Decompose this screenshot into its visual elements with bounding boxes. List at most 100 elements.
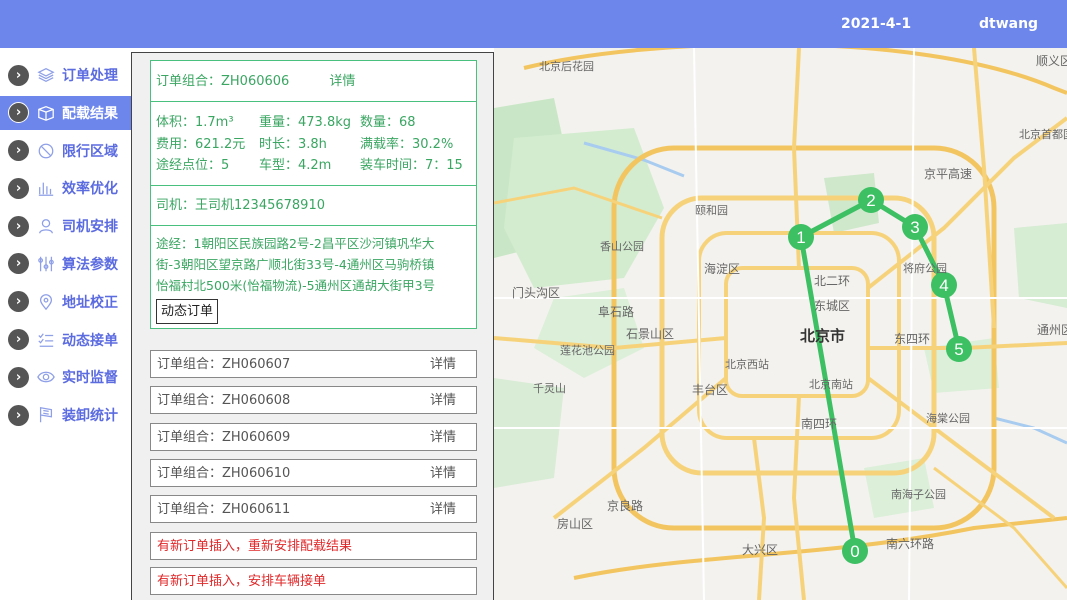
order-group-title: 订单组合：ZH060609	[157, 430, 291, 445]
flag-icon	[36, 405, 56, 425]
map-label-nanliuhuan: 南六环路	[886, 536, 934, 551]
bar-chart-icon	[36, 178, 56, 198]
route-marker-4[interactable]: 4	[931, 272, 957, 298]
svg-text:3: 3	[910, 218, 919, 237]
sidebar-item-statistics[interactable]: › 装卸统计	[0, 398, 131, 432]
new-order-alert[interactable]: 有新订单插入，安排车辆接单	[150, 567, 477, 595]
sliders-icon	[36, 254, 56, 274]
map-label-jiangfu: 将府公园	[903, 261, 947, 275]
top-header: 2021-4-1 dtwang	[0, 0, 1067, 48]
order-group-expanded: 订单组合：ZH060606 详情 体积：1.7m³ 重量：473.8kg 数量：6…	[150, 60, 477, 329]
route-marker-0[interactable]: 0	[842, 538, 868, 564]
order-group-header[interactable]: 订单组合：ZH060606 详情	[151, 61, 476, 102]
metric-loading-time: 装车时间：7：15	[360, 158, 463, 173]
chevron-right-icon: ›	[8, 329, 29, 351]
chevron-right-icon: ›	[8, 102, 29, 124]
map-label-yiheyuan: 颐和园	[695, 204, 728, 217]
header-username[interactable]: dtwang	[979, 16, 1038, 32]
person-icon	[36, 216, 56, 236]
route-line: 怡福村北500米(怡福物流)-5通州区通胡大街甲3号	[156, 277, 436, 293]
map-label-dongcheng: 东城区	[814, 299, 850, 313]
metric-stops: 途经点位：5	[156, 158, 230, 173]
map-label-shunyi: 顺义区	[1036, 54, 1067, 68]
sidebar-item-order-processing[interactable]: › 订单处理	[0, 58, 131, 92]
map-label-south-station: 北京南站	[809, 377, 853, 391]
layers-icon	[36, 65, 56, 85]
order-group-row[interactable]: 订单组合：ZH060611 详情	[150, 495, 477, 523]
route-map[interactable]: 0 1 2 3 4 5 北京市 海淀区 东城区 石景山区 丰台区 门头沟区 房山…	[494, 48, 1067, 600]
map-label-jingliang: 京良路	[607, 498, 643, 513]
sidebar-item-label: 地址校正	[62, 294, 118, 311]
sidebar-item-label: 动态接单	[62, 332, 118, 349]
no-entry-icon	[36, 141, 56, 161]
map-label-fangshan: 房山区	[557, 516, 593, 531]
metric-load-rate: 满载率：30.2%	[360, 136, 454, 152]
order-group-row[interactable]: 订单组合：ZH060610 详情	[150, 459, 477, 487]
map-label-fushi: 阜石路	[598, 304, 634, 319]
map-canvas[interactable]: 0 1 2 3 4 5 北京市 海淀区 东城区 石景山区 丰台区 门头沟区 房山…	[494, 48, 1067, 600]
sidebar-item-label: 配载结果	[62, 105, 118, 122]
sidebar-item-driver[interactable]: › 司机安排	[0, 209, 131, 243]
map-label-haitang: 海棠公园	[926, 411, 970, 425]
route-marker-2[interactable]: 2	[858, 187, 884, 213]
chevron-right-icon: ›	[8, 215, 29, 237]
metric-duration: 时长：3.8h	[259, 136, 327, 152]
sidebar-item-address[interactable]: › 地址校正	[0, 285, 131, 319]
detail-link[interactable]: 详情	[329, 74, 355, 89]
detail-link[interactable]: 详情	[430, 424, 456, 450]
map-label-xiangshan: 香山公园	[600, 240, 644, 253]
metric-weight: 重量：473.8kg	[259, 115, 351, 130]
metric-cost: 费用：621.2元	[156, 136, 246, 152]
map-label-houcheng: 北京后花园	[539, 59, 594, 73]
route-line: 途经：1朝阳区民族园路2号-2昌平区沙河镇巩华大	[156, 235, 435, 251]
metric-vehicle-type: 车型：4.2m	[259, 158, 332, 173]
sidebar-item-dynamic-orders[interactable]: › 动态接单	[0, 323, 131, 357]
order-group-title: 订单组合：ZH060608	[157, 393, 291, 408]
svg-text:4: 4	[939, 276, 948, 295]
chevron-right-icon: ›	[8, 366, 29, 388]
sidebar-item-label: 效率优化	[62, 181, 118, 198]
order-group-title: 订单组合：ZH060610	[157, 466, 291, 481]
map-label-haidian: 海淀区	[704, 261, 740, 276]
order-group-row[interactable]: 订单组合：ZH060607 详情	[150, 350, 477, 378]
route-line: 街-3朝阳区望京路广顺北街33号-4通州区马驹桥镇	[156, 256, 435, 272]
order-group-metrics: 体积：1.7m³ 重量：473.8kg 数量：68 费用：621.2元 时长：3…	[151, 102, 476, 186]
detail-link[interactable]: 详情	[430, 351, 456, 377]
sidebar-item-algorithm[interactable]: › 算法参数	[0, 247, 131, 281]
sidebar-item-restricted-area[interactable]: › 限行区域	[0, 134, 131, 168]
sidebar-item-loading-result[interactable]: › 配载结果	[0, 95, 131, 130]
map-label-nansihuan: 南四环	[801, 416, 837, 431]
new-order-alert[interactable]: 有新订单插入，重新安排配载结果	[150, 532, 477, 560]
order-group-row[interactable]: 订单组合：ZH060609 详情	[150, 423, 477, 451]
dynamic-order-button[interactable]: 动态订单	[156, 298, 219, 324]
map-label-jingping: 京平高速	[924, 166, 972, 181]
map-label-dongsihuan: 东四环	[894, 332, 930, 346]
route-marker-3[interactable]: 3	[902, 214, 928, 240]
list-check-icon	[36, 330, 56, 350]
sidebar-item-label: 算法参数	[62, 256, 118, 273]
loading-result-panel: 订单组合：ZH060606 详情 体积：1.7m³ 重量：473.8kg 数量：6…	[131, 52, 494, 600]
box-icon	[36, 103, 56, 123]
sidebar-nav: › 订单处理 › 配载结果 › 限行区域 › 效率优化 › 司机安排 › 算法参…	[0, 58, 131, 436]
driver-info: 司机：王司机12345678910	[151, 186, 476, 226]
map-label-nanhaizi: 南海子公园	[891, 487, 946, 501]
route-marker-1[interactable]: 1	[788, 224, 814, 250]
detail-link[interactable]: 详情	[430, 460, 456, 486]
map-label-airport: 北京首都国际机场	[1019, 127, 1067, 141]
route-marker-5[interactable]: 5	[946, 336, 972, 362]
order-group-title: 订单组合：ZH060606	[156, 74, 290, 89]
sidebar-item-efficiency[interactable]: › 效率优化	[0, 171, 131, 205]
metric-volume: 体积：1.7m³	[156, 115, 234, 130]
sidebar-item-monitor[interactable]: › 实时监督	[0, 360, 131, 394]
route-info: 途经：1朝阳区民族园路2号-2昌平区沙河镇巩华大 街-3朝阳区望京路广顺北街33…	[151, 226, 476, 328]
detail-link[interactable]: 详情	[430, 387, 456, 413]
svg-text:1: 1	[796, 228, 805, 247]
order-group-row[interactable]: 订单组合：ZH060608 详情	[150, 386, 477, 414]
header-date: 2021-4-1	[841, 16, 912, 32]
svg-text:5: 5	[954, 340, 963, 359]
metric-row: 途经点位：5 车型：4.2m 装车时间：7：15	[156, 155, 471, 177]
map-label-lianhuachi: 莲花池公园	[560, 344, 615, 357]
detail-link[interactable]: 详情	[430, 496, 456, 522]
map-label-shijingshan: 石景山区	[626, 327, 674, 341]
metric-row: 体积：1.7m³ 重量：473.8kg 数量：68	[156, 112, 471, 134]
